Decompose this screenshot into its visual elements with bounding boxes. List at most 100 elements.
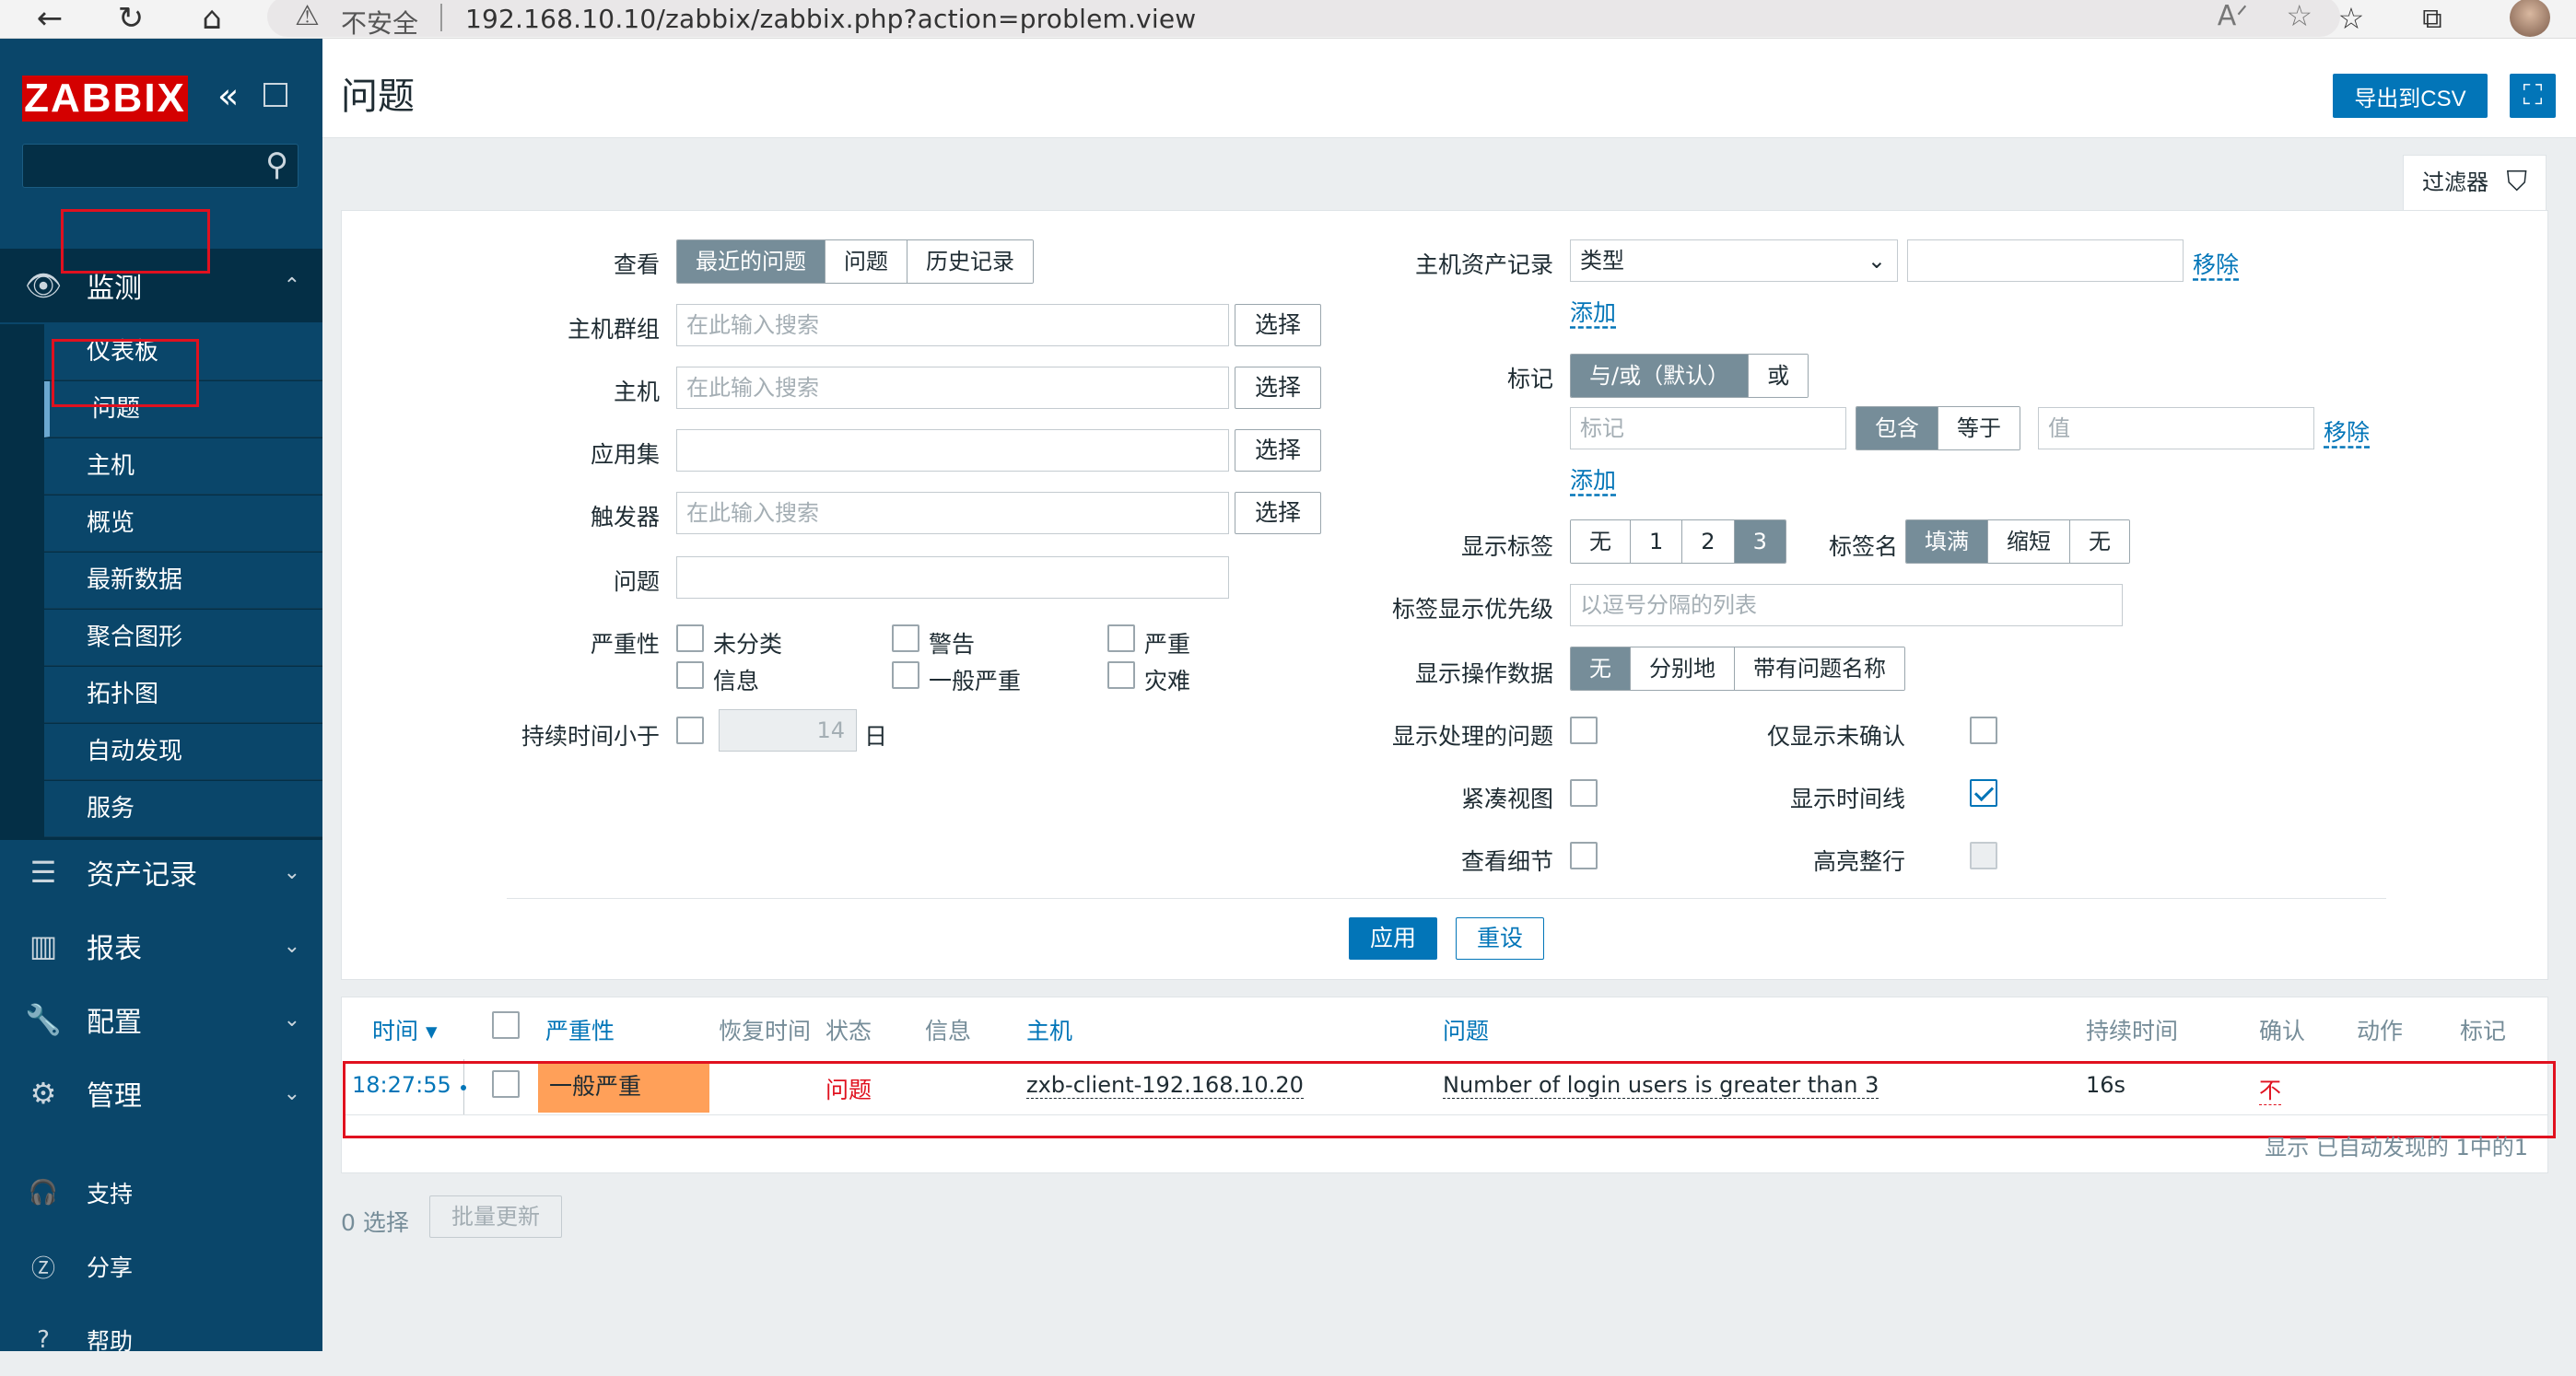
inventory-field-select[interactable]: 类型 ⌄ [1570,239,1898,282]
insecure-label[interactable]: 不安全 [341,4,418,41]
col-severity[interactable]: 严重性 [545,1013,615,1046]
browser-toolbar: ← ↻ ⌂ ⚠ 不安全 192.168.10.10/zabbix/zabbix.… [0,0,2576,39]
age-days-input[interactable]: 14 [719,709,857,752]
tag-name-none[interactable]: 无 [2070,520,2129,563]
view-option-history[interactable]: 历史记录 [907,240,1033,283]
sidebar-item-overview[interactable]: 概览 [44,496,322,552]
host-label: 主机 [613,379,660,405]
sidebar-help-label: 帮助 [87,1328,134,1355]
back-icon[interactable]: ← [22,0,77,37]
compact-view-checkbox[interactable] [1570,779,1598,807]
application-input[interactable] [676,429,1229,472]
home-icon[interactable]: ⌂ [184,0,240,37]
sidebar-search-input[interactable]: ⚲ [22,144,299,188]
tag-priority-label: 标签显示优先级 [1391,596,1553,623]
severity-high-checkbox[interactable] [1107,624,1135,652]
severity-average-checkbox[interactable] [892,661,919,689]
sidebar-item-discovery[interactable]: 自动发现 [44,724,322,780]
sidebar-support[interactable]: 🎧 支持 [0,1157,322,1229]
tag-value-input[interactable]: 值 [2038,407,2314,449]
filter-icon: ⛉ [2506,166,2528,198]
address-bar[interactable]: ⚠ 不安全 192.168.10.10/zabbix/zabbix.php?ac… [267,0,2340,39]
tag-remove-link[interactable]: 移除 [2324,414,2370,448]
refresh-icon[interactable]: ↻ [103,0,158,37]
tag-name-full[interactable]: 填满 [1906,520,1988,563]
hostgroup-select-button[interactable]: 选择 [1235,304,1321,346]
sidebar-section-reports[interactable]: ▥ 报表 ⌄ [0,910,322,982]
view-option-problems[interactable]: 问题 [825,240,907,283]
reset-button[interactable]: 重设 [1456,917,1544,960]
tags-operator-segmented: 与/或（默认） 或 [1570,354,1809,398]
tag-op-equals[interactable]: 等于 [1938,407,2020,449]
host-input[interactable]: 在此输入搜索 [676,367,1229,409]
sidebar-item-hosts[interactable]: 主机 [44,438,322,495]
collections-icon[interactable]: ⧉ [2405,0,2460,37]
timeline-checkbox[interactable] [1970,779,1997,807]
opdata-with-name[interactable]: 带有问题名称 [1735,647,1904,690]
apply-button[interactable]: 应用 [1349,917,1437,960]
add-favorite-icon[interactable]: ☆ [2286,0,2313,33]
severity-information-label: 信息 [713,668,760,694]
unack-only-checkbox[interactable] [1970,717,1997,744]
trigger-select-button[interactable]: 选择 [1235,492,1321,534]
col-time[interactable]: 时间 ▾ [372,1013,438,1046]
severity-information-checkbox[interactable] [676,661,704,689]
sidebar-item-maps[interactable]: 拓扑图 [44,667,322,723]
inventory-value-input[interactable] [1907,239,2184,282]
application-select-button[interactable]: 选择 [1235,429,1321,472]
search-icon[interactable]: ⚲ [265,146,288,183]
age-unit-label: 日 [864,723,888,750]
sidebar-section-inventory[interactable]: ☰ 资产记录 ⌄ [0,836,322,908]
profile-avatar[interactable] [2510,0,2550,37]
sidebar-help[interactable]: ? 帮助 [0,1304,322,1376]
inventory-add-link[interactable]: 添加 [1570,295,1616,328]
hostgroup-input[interactable]: 在此输入搜索 [676,304,1229,346]
mass-update-button[interactable]: 批量更新 [429,1195,562,1238]
tags-operator-or[interactable]: 或 [1749,355,1809,397]
details-checkbox[interactable] [1570,842,1598,869]
host-select-button[interactable]: 选择 [1235,367,1321,409]
sidebar-share[interactable]: Ⓩ 分享 [0,1230,322,1302]
severity-not-classified-checkbox[interactable] [676,624,704,652]
zabbix-logo[interactable]: ZABBIX [22,76,188,122]
show-tags-3[interactable]: 3 [1734,520,1786,563]
favorites-icon[interactable]: ☆ [2324,0,2379,37]
sidebar-item-latest-data[interactable]: 最新数据 [44,553,322,609]
opdata-none[interactable]: 无 [1571,647,1631,690]
fullscreen-icon[interactable]: ⛶ [2510,74,2556,118]
col-host[interactable]: 主机 [1026,1013,1072,1046]
show-suppressed-checkbox[interactable] [1570,717,1598,744]
read-aloud-icon[interactable]: Aᐟ [2218,0,2248,32]
severity-warning-checkbox[interactable] [892,624,919,652]
age-checkbox[interactable] [676,717,704,744]
severity-disaster-label: 灾难 [1144,668,1191,694]
inventory-remove-link[interactable]: 移除 [2193,247,2239,280]
tag-name-input[interactable]: 标记 [1570,407,1846,449]
tag-priority-input[interactable]: 以逗号分隔的列表 [1570,584,2123,626]
tag-name-short[interactable]: 缩短 [1988,520,2070,563]
show-tags-2[interactable]: 2 [1682,520,1735,563]
sidebar-item-screens[interactable]: 聚合图形 [44,610,322,666]
opdata-separately[interactable]: 分别地 [1631,647,1735,690]
kiosk-mode-icon[interactable] [263,83,287,107]
tag-op-contains[interactable]: 包含 [1856,407,1938,449]
url-text[interactable]: 192.168.10.10/zabbix/zabbix.php?action=p… [465,4,1196,34]
problem-input[interactable] [676,556,1229,599]
sidebar-section-administration[interactable]: ⚙ 管理 ⌄ [0,1057,322,1129]
trigger-input[interactable]: 在此输入搜索 [676,492,1229,534]
collapse-sidebar-icon[interactable]: « [217,76,239,116]
sidebar-section-configuration[interactable]: 🔧 配置 ⌄ [0,984,322,1055]
filter-tab[interactable]: 过滤器 ⛉ [2403,155,2547,212]
tags-operator-andor[interactable]: 与/或（默认） [1571,355,1750,397]
export-csv-button[interactable]: 导出到CSV [2333,74,2488,118]
severity-disaster-checkbox[interactable] [1107,661,1135,689]
show-tags-none[interactable]: 无 [1571,520,1631,563]
col-problem[interactable]: 问题 [1443,1013,1489,1046]
highlight-row-checkbox[interactable] [1970,842,1997,869]
warning-icon[interactable]: ⚠ [295,0,320,32]
tag-add-link[interactable]: 添加 [1570,462,1616,496]
sidebar-item-services[interactable]: 服务 [44,781,322,837]
show-tags-1[interactable]: 1 [1631,520,1683,563]
view-option-recent[interactable]: 最近的问题 [677,240,825,283]
select-all-checkbox[interactable] [492,1011,520,1039]
